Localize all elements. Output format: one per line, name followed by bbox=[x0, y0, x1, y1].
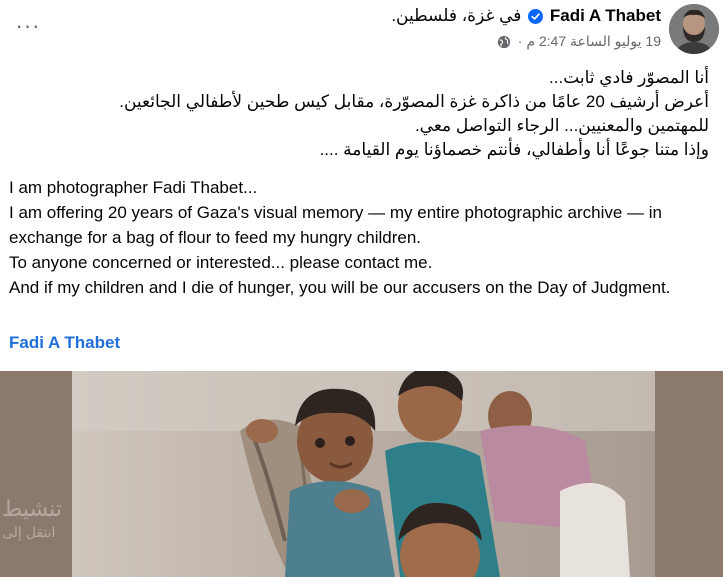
location-link[interactable]: غزة، فلسطين. bbox=[391, 6, 494, 25]
post-timestamp[interactable]: 19 يوليو الساعة 2:47 م bbox=[526, 33, 661, 49]
verified-badge-icon bbox=[528, 9, 544, 29]
post-meta: 19 يوليو الساعة 2:47 م · bbox=[497, 33, 661, 52]
arabic-line: أنا المصوّر فادي ثابت... bbox=[549, 68, 709, 87]
english-line: To anyone concerned or interested... ple… bbox=[9, 253, 433, 272]
arabic-line: للمهتمين والمعنيين... الرجاء التواصل معي… bbox=[414, 116, 709, 135]
globe-icon[interactable] bbox=[497, 35, 511, 52]
author-mention-link[interactable]: Fadi A Thabet bbox=[9, 333, 120, 353]
location-prefix: في bbox=[499, 6, 522, 25]
author-avatar[interactable] bbox=[669, 4, 719, 54]
english-line: And if my children and I die of hunger, … bbox=[9, 278, 671, 297]
post-text-arabic: أنا المصوّر فادي ثابت... أعرض أرشيف 20 ع… bbox=[9, 66, 709, 162]
post-photo[interactable] bbox=[0, 371, 723, 577]
english-line: I am photographer Fadi Thabet... bbox=[9, 178, 258, 197]
post-text-english: I am photographer Fadi Thabet... I am of… bbox=[9, 175, 714, 300]
meta-separator: · bbox=[517, 33, 523, 49]
more-options-icon: ··· bbox=[15, 13, 41, 38]
author-name[interactable]: Fadi A Thabet bbox=[550, 6, 661, 25]
more-options-button[interactable]: ··· bbox=[10, 8, 46, 44]
english-line: I am offering 20 years of Gaza's visual … bbox=[9, 203, 662, 247]
author-line: Fadi A Thabet في غزة، فلسطين. bbox=[391, 6, 661, 29]
post-header: ··· Fadi A Thabet في غزة، فلسطين. 19 يول… bbox=[0, 0, 723, 62]
arabic-line: وإذا متنا جوعًا أنا وأطفالي، فأنتم خصماؤ… bbox=[319, 140, 709, 159]
arabic-line: أعرض أرشيف 20 عامًا من ذاكرة غزة المصوّر… bbox=[119, 92, 709, 111]
